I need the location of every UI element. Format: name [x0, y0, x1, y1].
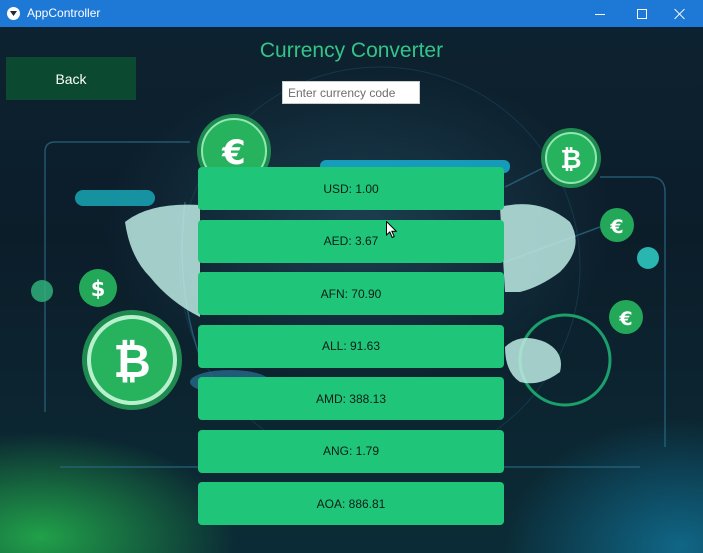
rate-item-all[interactable]: ALL: 91.63: [198, 324, 504, 368]
rate-item-aoa[interactable]: AOA: 886.81: [198, 482, 504, 525]
minimize-button[interactable]: [577, 0, 623, 27]
close-icon: [674, 8, 686, 20]
svg-text:$: $: [91, 277, 106, 301]
svg-text:€: €: [609, 216, 623, 238]
rate-item-usd[interactable]: USD: 1.00: [198, 167, 504, 210]
minimize-icon: [595, 14, 605, 15]
rate-item-afn[interactable]: AFN: 70.90: [198, 272, 504, 315]
title-bar[interactable]: AppController: [0, 0, 703, 27]
euro-coin-icon: €: [600, 208, 634, 242]
bitcoin-coin-icon: ₿: [541, 128, 601, 188]
app-logo-icon: [7, 7, 20, 20]
rate-list: USD: 1.00 AED: 3.67 AFN: 70.90 ALL: 91.6…: [198, 167, 504, 535]
app-window: AppController € ₿ $ ₿ € € Currency Conve…: [0, 0, 703, 553]
svg-text:₿: ₿: [113, 334, 151, 388]
euro-coin-icon: €: [609, 300, 643, 334]
maximize-icon: [637, 8, 647, 19]
close-button[interactable]: [657, 0, 703, 27]
rate-item-ang[interactable]: ANG: 1.79: [198, 429, 504, 473]
window-title: AppController: [27, 6, 101, 20]
svg-text:₿: ₿: [560, 145, 581, 175]
rate-item-aed[interactable]: AED: 3.67: [198, 219, 504, 263]
back-button[interactable]: Back: [6, 57, 136, 100]
dollar-coin-icon: $: [79, 269, 117, 307]
rate-item-amd[interactable]: AMD: 388.13: [198, 377, 504, 420]
bitcoin-coin-icon: ₿: [82, 310, 182, 410]
svg-text:€: €: [618, 308, 632, 330]
main-content: € ₿ $ ₿ € € Currency Converter Back Ente…: [0, 27, 703, 553]
currency-search-input[interactable]: [282, 81, 420, 104]
